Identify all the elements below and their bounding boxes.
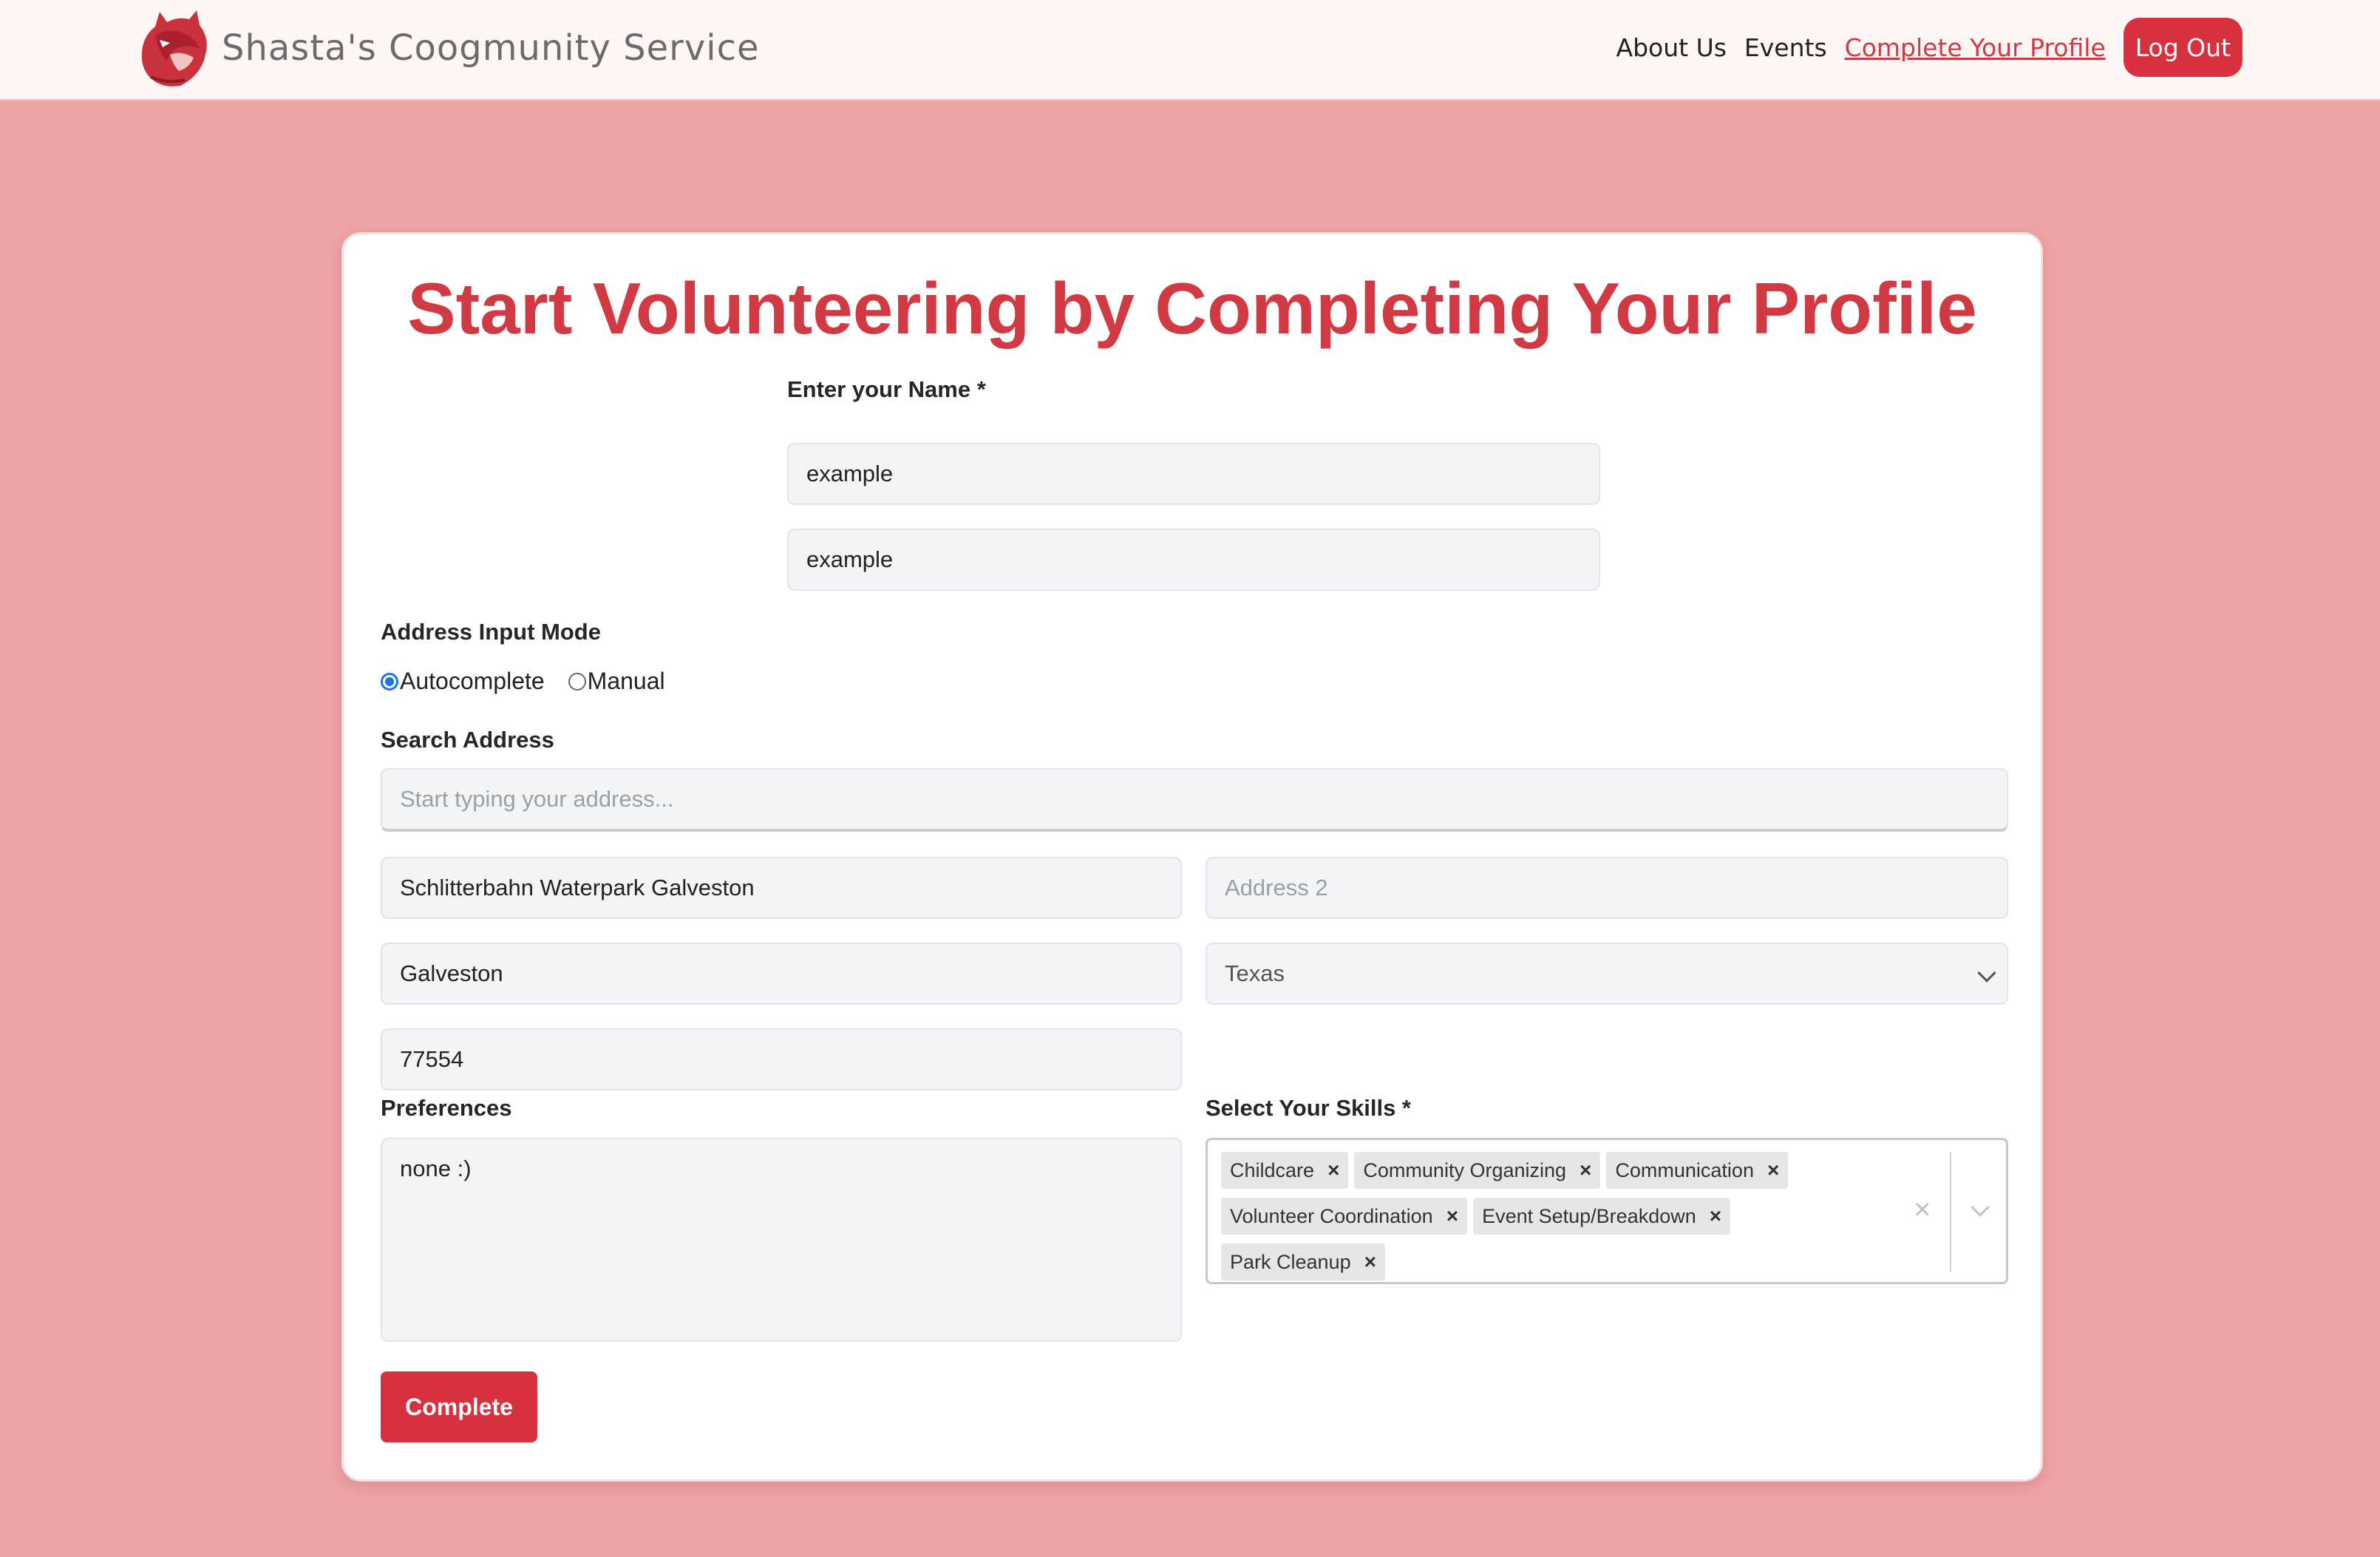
radio-manual[interactable] — [568, 672, 586, 691]
skills-multiselect[interactable]: Childcare × Community Organizing × Communi… — [1206, 1138, 2008, 1284]
chevron-down-icon[interactable] — [1971, 1198, 1990, 1217]
name-label: Enter your Name * — [787, 376, 986, 402]
search-address-input[interactable]: Start typing your address... — [381, 768, 2008, 832]
brand[interactable]: Shasta's Coogmunity Service — [137, 6, 760, 90]
state-select[interactable]: Texas — [1206, 943, 2008, 1005]
city-input[interactable]: Galveston — [381, 943, 1182, 1005]
remove-tag-icon[interactable]: × — [1322, 1159, 1348, 1182]
skill-tag: Communication × — [1606, 1152, 1789, 1189]
address2-input[interactable]: Address 2 — [1206, 857, 2008, 919]
remove-tag-icon[interactable]: × — [1704, 1204, 1730, 1228]
chevron-down-icon — [1977, 963, 1996, 983]
multiselect-divider — [1950, 1152, 1951, 1272]
cougar-logo-icon — [141, 10, 207, 86]
nav-about-us[interactable]: About Us — [1616, 33, 1727, 62]
remove-tag-icon[interactable]: × — [1359, 1250, 1385, 1274]
nav-events[interactable]: Events — [1744, 33, 1827, 62]
preferences-label: Preferences — [381, 1095, 512, 1121]
zip-input[interactable]: 77554 — [381, 1028, 1182, 1090]
skills-tag-list: Childcare × Community Organizing × Communi… — [1221, 1147, 1886, 1285]
nav-links: About Us Events Complete Your Profile Lo… — [1599, 18, 2243, 77]
first-name-input[interactable]: example — [787, 443, 1600, 505]
search-address-label: Search Address — [381, 727, 554, 753]
skill-tag: Volunteer Coordination × — [1221, 1198, 1468, 1235]
skill-tag: Event Setup/Breakdown × — [1473, 1198, 1731, 1235]
remove-tag-icon[interactable]: × — [1441, 1204, 1467, 1228]
nav-complete-profile[interactable]: Complete Your Profile — [1845, 33, 2106, 62]
address-mode-label: Address Input Mode — [381, 619, 601, 645]
skill-tag: Park Cleanup × — [1221, 1244, 1385, 1280]
skills-label: Select Your Skills * — [1206, 1095, 1411, 1121]
clear-all-icon[interactable]: × — [1914, 1193, 1931, 1227]
preferences-textarea[interactable]: none :) — [381, 1138, 1182, 1342]
radio-manual-label[interactable]: Manual — [588, 668, 665, 695]
skill-tag: Childcare × — [1221, 1152, 1349, 1189]
state-select-value: Texas — [1225, 960, 1285, 986]
page-title: Start Volunteering by Completing Your Pr… — [407, 268, 1977, 349]
remove-tag-icon[interactable]: × — [1761, 1159, 1788, 1182]
remove-tag-icon[interactable]: × — [1574, 1159, 1600, 1182]
logout-button[interactable]: Log Out — [2123, 18, 2243, 77]
brand-name: Shasta's Coogmunity Service — [222, 27, 760, 69]
address1-input[interactable]: Schlitterbahn Waterpark Galveston — [381, 857, 1182, 919]
skill-tag: Community Organizing × — [1354, 1152, 1601, 1189]
radio-autocomplete[interactable] — [381, 672, 398, 691]
last-name-input[interactable]: example — [787, 529, 1600, 591]
profile-card: Start Volunteering by Completing Your Pr… — [341, 232, 2043, 1482]
complete-button[interactable]: Complete — [381, 1371, 537, 1442]
address-mode-radio-group: Autocomplete Manual — [381, 668, 689, 695]
navbar: Shasta's Coogmunity Service About Us Eve… — [0, 0, 2380, 101]
radio-autocomplete-label[interactable]: Autocomplete — [400, 668, 545, 695]
